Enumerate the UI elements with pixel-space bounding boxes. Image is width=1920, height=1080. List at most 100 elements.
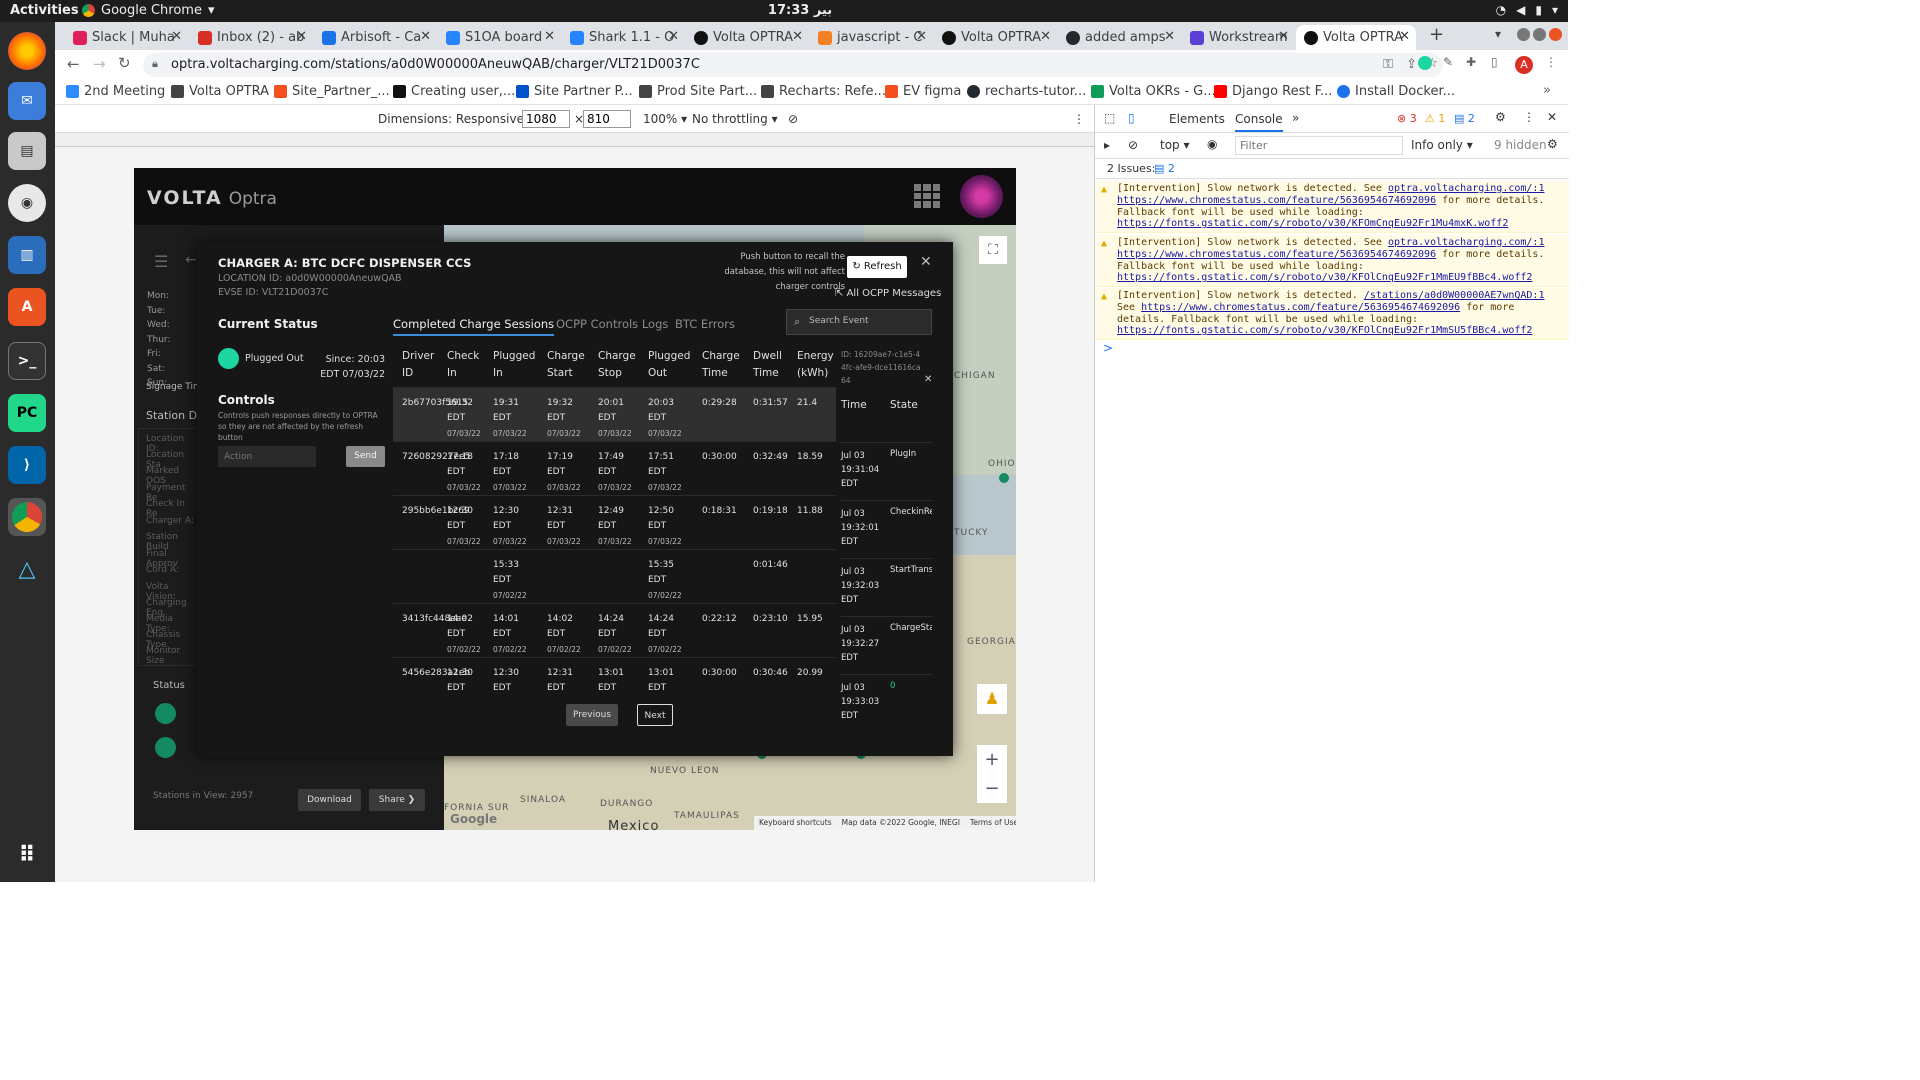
- tab-console[interactable]: Console: [1235, 112, 1283, 132]
- browser-tab[interactable]: Slack | Muha ✕: [65, 25, 188, 50]
- issues-bar[interactable]: 2 Issues: ▤ 2: [1095, 159, 1569, 179]
- apps-grid-icon[interactable]: [914, 184, 940, 208]
- share-button[interactable]: Share ❯: [369, 789, 425, 811]
- log-link[interactable]: https://fonts.gstatic.com/s/roboto/v30/K…: [1117, 218, 1508, 229]
- tab-ocpp-logs[interactable]: OCPP Controls Logs: [556, 317, 668, 331]
- dimensions-select[interactable]: Dimensions: Responsive ▾: [378, 112, 534, 126]
- fullscreen-icon[interactable]: ⛶: [979, 236, 1007, 264]
- browser-tab[interactable]: Inbox (2) - ab ✕: [190, 25, 313, 50]
- volta-logo[interactable]: VOLTA Optra: [147, 187, 277, 209]
- bookmarks-overflow-icon[interactable]: »: [1543, 83, 1551, 98]
- browser-tab[interactable]: Volta OPTRA ✕: [686, 25, 809, 50]
- rotate-icon[interactable]: ⊘: [788, 112, 798, 126]
- terminal-icon[interactable]: >_: [8, 342, 46, 380]
- system-tray[interactable]: ◔ ◀ ▮ ▾: [1496, 3, 1558, 17]
- device-width-input[interactable]: [522, 110, 570, 128]
- device-height-input[interactable]: [583, 110, 631, 128]
- zoom-out-button[interactable]: −: [977, 774, 1007, 803]
- profile-avatar[interactable]: A: [1515, 56, 1533, 74]
- close-icon[interactable]: ✕: [171, 29, 182, 44]
- close-icon[interactable]: ✕: [1278, 29, 1289, 44]
- extension-icon[interactable]: [1418, 56, 1432, 70]
- show-apps-icon[interactable]: ⠿: [8, 836, 46, 874]
- close-icon[interactable]: ✕: [924, 374, 932, 385]
- event-row[interactable]: Jul 03 19:33:03 EDT 0: [841, 674, 933, 727]
- log-link[interactable]: https://fonts.gstatic.com/s/roboto/v30/K…: [1117, 272, 1532, 283]
- close-icon[interactable]: ✕: [668, 29, 679, 44]
- tab-elements[interactable]: Elements: [1169, 112, 1225, 126]
- source-link[interactable]: optra.voltacharging.com/:1: [1388, 237, 1545, 248]
- source-link[interactable]: /stations/a0d0W00000AE7wnQAD:1: [1364, 290, 1545, 301]
- device-toggle-icon[interactable]: ▯: [1128, 111, 1135, 125]
- next-button[interactable]: Next: [637, 704, 673, 726]
- table-row[interactable]: 2b67703f5615 19:32 EDT 07/03/22 19:31 EDT 07/0…: [393, 387, 836, 441]
- extension-icon[interactable]: ✎: [1443, 55, 1453, 69]
- log-link[interactable]: https://fonts.gstatic.com/s/roboto/v30/K…: [1117, 325, 1532, 336]
- action-input[interactable]: [218, 446, 316, 467]
- eye-icon[interactable]: ◉: [1207, 137, 1217, 151]
- bookmark-item[interactable]: Site Partner P...: [516, 84, 633, 99]
- close-window-button[interactable]: [1549, 28, 1562, 41]
- bookmark-item[interactable]: recharts-tutor...: [967, 84, 1086, 99]
- files-icon[interactable]: ▤: [8, 132, 46, 170]
- bookmark-item[interactable]: EV figma: [885, 84, 961, 99]
- close-devtools-icon[interactable]: ✕: [1547, 110, 1557, 124]
- event-row[interactable]: Jul 03 19:31:04 EDT PlugIn: [841, 442, 933, 500]
- bookmark-item[interactable]: Prod Site Part...: [639, 84, 757, 99]
- more-tabs-icon[interactable]: »: [1292, 111, 1299, 125]
- writer-icon[interactable]: ▥: [8, 236, 46, 274]
- errors-badge[interactable]: ⊗ 3: [1397, 112, 1417, 125]
- browser-tab[interactable]: S1OA board ✕: [438, 25, 561, 50]
- chrome-dock-icon[interactable]: [8, 498, 46, 536]
- more-options-icon[interactable]: ⋮: [1523, 110, 1535, 124]
- puzzle-icon[interactable]: ✚: [1466, 55, 1476, 69]
- network-icon[interactable]: △: [8, 550, 46, 588]
- share-icon[interactable]: ⇪: [1406, 57, 1417, 72]
- bookmark-item[interactable]: Site_Partner_...: [274, 84, 390, 99]
- close-icon[interactable]: ✕: [296, 29, 307, 44]
- close-icon[interactable]: ✕: [1164, 29, 1175, 44]
- log-link[interactable]: https://www.chromestatus.com/feature/563…: [1141, 302, 1460, 313]
- send-button[interactable]: Send: [346, 446, 385, 467]
- inspect-icon[interactable]: ⬚: [1104, 111, 1115, 125]
- close-icon[interactable]: ✕: [916, 29, 927, 44]
- zoom-in-button[interactable]: +: [977, 745, 1007, 774]
- issues-link[interactable]: ▤ 2: [1154, 162, 1175, 175]
- zoom-select[interactable]: 100% ▾: [643, 112, 687, 126]
- bookmark-item[interactable]: 2nd Meeting: [66, 84, 165, 99]
- settings-icon[interactable]: ⚙: [1495, 110, 1506, 124]
- activities-button[interactable]: Activities: [10, 3, 79, 18]
- table-row[interactable]: 726082927ee5 17:18 EDT 07/03/22 17:18 EDT 07/0…: [393, 441, 836, 495]
- event-row[interactable]: Jul 03 19:32:27 EDT ChargeSta: [841, 616, 933, 674]
- download-button[interactable]: Download: [298, 789, 361, 811]
- bookmark-item[interactable]: Recharts: Refe...: [761, 84, 886, 99]
- event-row[interactable]: Jul 03 19:32:01 EDT CheckinRe: [841, 500, 933, 558]
- bookmark-item[interactable]: Install Docker...: [1337, 84, 1455, 99]
- minimize-button[interactable]: [1517, 28, 1530, 41]
- close-icon[interactable]: ✕: [1040, 29, 1051, 44]
- maximize-button[interactable]: [1533, 28, 1546, 41]
- browser-tab[interactable]: Volta OPTRA ✕: [934, 25, 1057, 50]
- hamburger-icon[interactable]: ☰: [154, 252, 168, 271]
- software-center-icon[interactable]: A: [8, 288, 46, 326]
- browser-tab[interactable]: Shark 1.1 - O ✕: [562, 25, 685, 50]
- browser-tab-active[interactable]: Volta OPTRA ✕: [1296, 25, 1416, 50]
- close-icon[interactable]: ✕: [544, 29, 555, 44]
- bookmark-item[interactable]: Volta OKRs - G...: [1091, 84, 1216, 99]
- map-pin[interactable]: [999, 473, 1009, 483]
- bookmark-item[interactable]: Creating user,...: [393, 84, 515, 99]
- vscode-icon[interactable]: ⟩: [8, 446, 46, 484]
- forward-icon[interactable]: →: [93, 55, 106, 73]
- close-icon[interactable]: ✕: [420, 29, 431, 44]
- close-icon[interactable]: ✕: [920, 254, 932, 270]
- tab-completed-sessions[interactable]: Completed Charge Sessions: [393, 317, 555, 336]
- browser-tab[interactable]: added amps ✕: [1058, 25, 1181, 50]
- key-icon[interactable]: ⚿: [1383, 57, 1393, 72]
- browser-tab[interactable]: javascript - C ✕: [810, 25, 933, 50]
- context-select[interactable]: top ▾: [1160, 138, 1190, 152]
- thunderbird-icon[interactable]: ✉: [8, 82, 46, 120]
- log-link[interactable]: https://www.chromestatus.com/feature/563…: [1117, 195, 1436, 206]
- event-row[interactable]: Jul 03 19:32:03 EDT StartTrans: [841, 558, 933, 616]
- firefox-icon[interactable]: [8, 32, 46, 70]
- browser-tab[interactable]: Workstream ✕: [1182, 25, 1295, 50]
